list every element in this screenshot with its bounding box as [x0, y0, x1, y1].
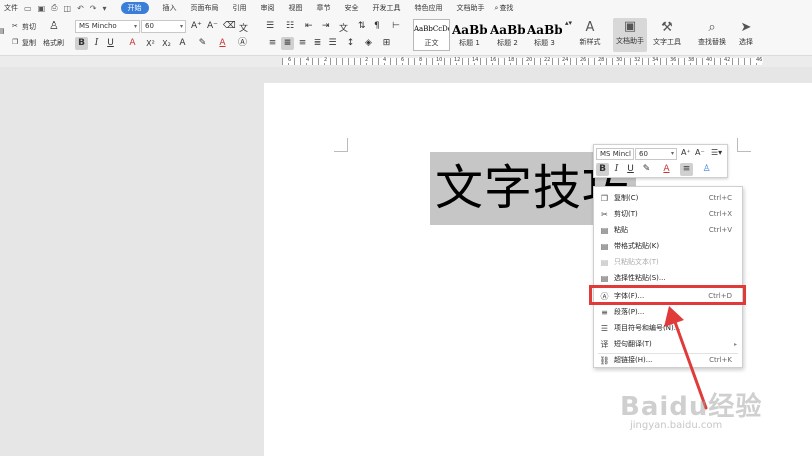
watermark-logo: Baidu经验 — [620, 392, 763, 422]
arrow-head — [664, 306, 684, 327]
watermark-url: jingyan.baidu.com — [630, 420, 723, 431]
